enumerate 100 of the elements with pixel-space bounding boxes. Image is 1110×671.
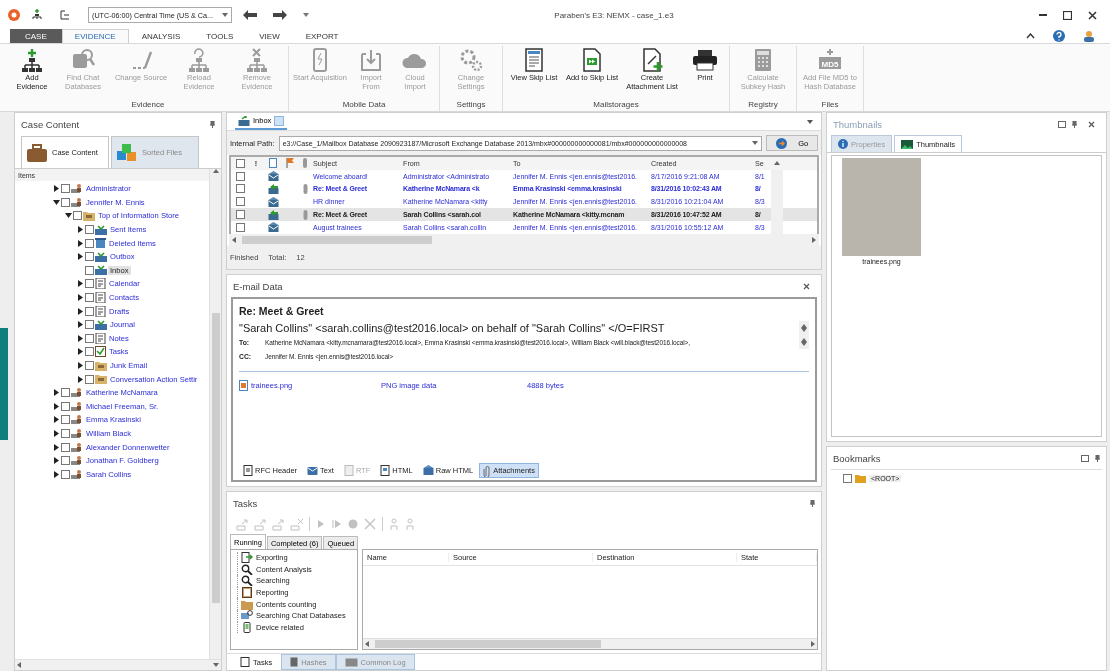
tray-arrow-icon bbox=[272, 517, 286, 531]
checkbox[interactable] bbox=[85, 252, 94, 262]
help-icon bbox=[1053, 30, 1065, 42]
close-box-icon bbox=[274, 115, 285, 126]
checkbox[interactable] bbox=[85, 225, 94, 235]
arrow-right-icon bbox=[811, 641, 815, 647]
checkbox[interactable] bbox=[85, 293, 94, 303]
spin-button[interactable] bbox=[799, 321, 809, 335]
checkbox[interactable] bbox=[61, 197, 70, 207]
checkbox[interactable] bbox=[61, 388, 70, 398]
scrollbar[interactable] bbox=[209, 169, 221, 659]
checkbox[interactable] bbox=[85, 320, 94, 330]
ribbon-tab[interactable]: EXPORT bbox=[292, 29, 352, 43]
arrow-left-icon bbox=[243, 10, 257, 20]
document-list-icon bbox=[522, 48, 546, 72]
caret-right-icon[interactable] bbox=[78, 307, 83, 315]
paperclip-icon bbox=[302, 209, 308, 220]
page-icon bbox=[243, 465, 253, 476]
caret-right-icon[interactable] bbox=[54, 443, 59, 451]
caret-right-icon[interactable] bbox=[78, 253, 83, 261]
tray-x-icon bbox=[290, 517, 304, 531]
document-play-icon bbox=[580, 48, 604, 72]
caret-right-icon[interactable] bbox=[78, 239, 83, 247]
caret-right-icon[interactable] bbox=[78, 362, 83, 369]
checkbox[interactable] bbox=[61, 429, 70, 438]
checkbox[interactable] bbox=[85, 306, 94, 316]
checkbox[interactable] bbox=[235, 210, 245, 220]
person-icon bbox=[71, 414, 83, 426]
picture-icon bbox=[901, 139, 914, 149]
flag-icon bbox=[285, 158, 295, 169]
ribbon-tab[interactable]: TOOLS bbox=[193, 29, 247, 43]
ribbon-tab[interactable]: CASE bbox=[10, 29, 62, 43]
checkbox[interactable] bbox=[61, 442, 70, 452]
caret-right-icon[interactable] bbox=[54, 457, 59, 465]
checkbox[interactable] bbox=[85, 279, 94, 289]
caret-right-icon[interactable] bbox=[78, 280, 83, 288]
person-icon bbox=[71, 428, 83, 439]
checkbox[interactable] bbox=[61, 415, 70, 425]
checkbox[interactable] bbox=[85, 374, 94, 384]
checkbox[interactable] bbox=[843, 474, 852, 483]
panel-title: Case Content bbox=[21, 118, 81, 130]
caret-right-icon[interactable] bbox=[54, 389, 59, 397]
document-plus-icon bbox=[640, 48, 664, 72]
ribbon-tab[interactable]: ANALYSIS bbox=[128, 29, 194, 43]
checkbox[interactable] bbox=[235, 184, 245, 194]
ribbon-tab[interactable]: EVIDENCE bbox=[61, 29, 129, 43]
arrow-down-icon bbox=[801, 328, 807, 332]
caret-down-icon[interactable] bbox=[53, 199, 60, 205]
download-box-icon bbox=[359, 48, 383, 72]
ribbon-group-label: Mobile Data bbox=[341, 100, 387, 111]
caret-right-icon[interactable] bbox=[78, 348, 83, 356]
checkbox[interactable] bbox=[235, 158, 245, 168]
checkbox[interactable] bbox=[85, 265, 94, 275]
caret-right-icon[interactable] bbox=[78, 226, 83, 234]
caret-down-icon[interactable] bbox=[65, 213, 72, 219]
checkbox[interactable] bbox=[235, 197, 245, 207]
checkbox[interactable] bbox=[85, 347, 94, 357]
bracket-tree-icon bbox=[59, 9, 71, 21]
page-icon bbox=[95, 305, 106, 317]
caret-right-icon[interactable] bbox=[78, 321, 83, 329]
checkbox[interactable] bbox=[61, 401, 70, 411]
briefcase-icon bbox=[26, 143, 48, 162]
person-icon bbox=[404, 517, 416, 531]
checkbox[interactable] bbox=[61, 456, 70, 466]
checkbox[interactable] bbox=[85, 238, 94, 248]
envelope-icon bbox=[422, 465, 434, 476]
tray-icon bbox=[95, 319, 107, 330]
pin-icon bbox=[810, 499, 815, 507]
paperclip-icon bbox=[302, 158, 308, 169]
scrollbar[interactable] bbox=[363, 638, 817, 649]
folder-icon bbox=[855, 474, 866, 483]
caret-right-icon[interactable] bbox=[78, 375, 83, 383]
scrollbar[interactable] bbox=[15, 659, 221, 670]
hierarchy-refresh-icon bbox=[187, 48, 211, 72]
arrow-down-icon bbox=[752, 141, 758, 145]
gears-icon bbox=[459, 48, 483, 72]
caret-right-icon[interactable] bbox=[54, 185, 59, 193]
checkbox[interactable] bbox=[61, 469, 70, 479]
checkbox[interactable] bbox=[73, 211, 82, 221]
caret-right-icon[interactable] bbox=[78, 294, 83, 302]
bin-icon bbox=[290, 657, 299, 667]
close-icon bbox=[363, 517, 377, 531]
pin-icon bbox=[1072, 120, 1077, 128]
checkbox[interactable] bbox=[85, 333, 94, 343]
caret-right-icon[interactable] bbox=[78, 334, 83, 342]
caret-right-icon[interactable] bbox=[54, 416, 59, 424]
envelope-icon bbox=[267, 196, 279, 207]
checkbox[interactable] bbox=[235, 171, 245, 181]
caret-right-icon[interactable] bbox=[54, 402, 59, 410]
checkbox[interactable] bbox=[85, 361, 94, 370]
checkbox[interactable] bbox=[61, 184, 70, 194]
ribbon-tab[interactable]: VIEW bbox=[246, 29, 293, 43]
info-icon bbox=[838, 139, 848, 149]
bin-icon bbox=[95, 238, 106, 249]
spin-button[interactable] bbox=[799, 335, 809, 349]
pin-icon bbox=[210, 120, 215, 128]
caret-right-icon[interactable] bbox=[54, 470, 59, 478]
person-icon bbox=[71, 183, 83, 195]
checkbox[interactable] bbox=[235, 222, 245, 232]
caret-right-icon[interactable] bbox=[54, 430, 59, 437]
